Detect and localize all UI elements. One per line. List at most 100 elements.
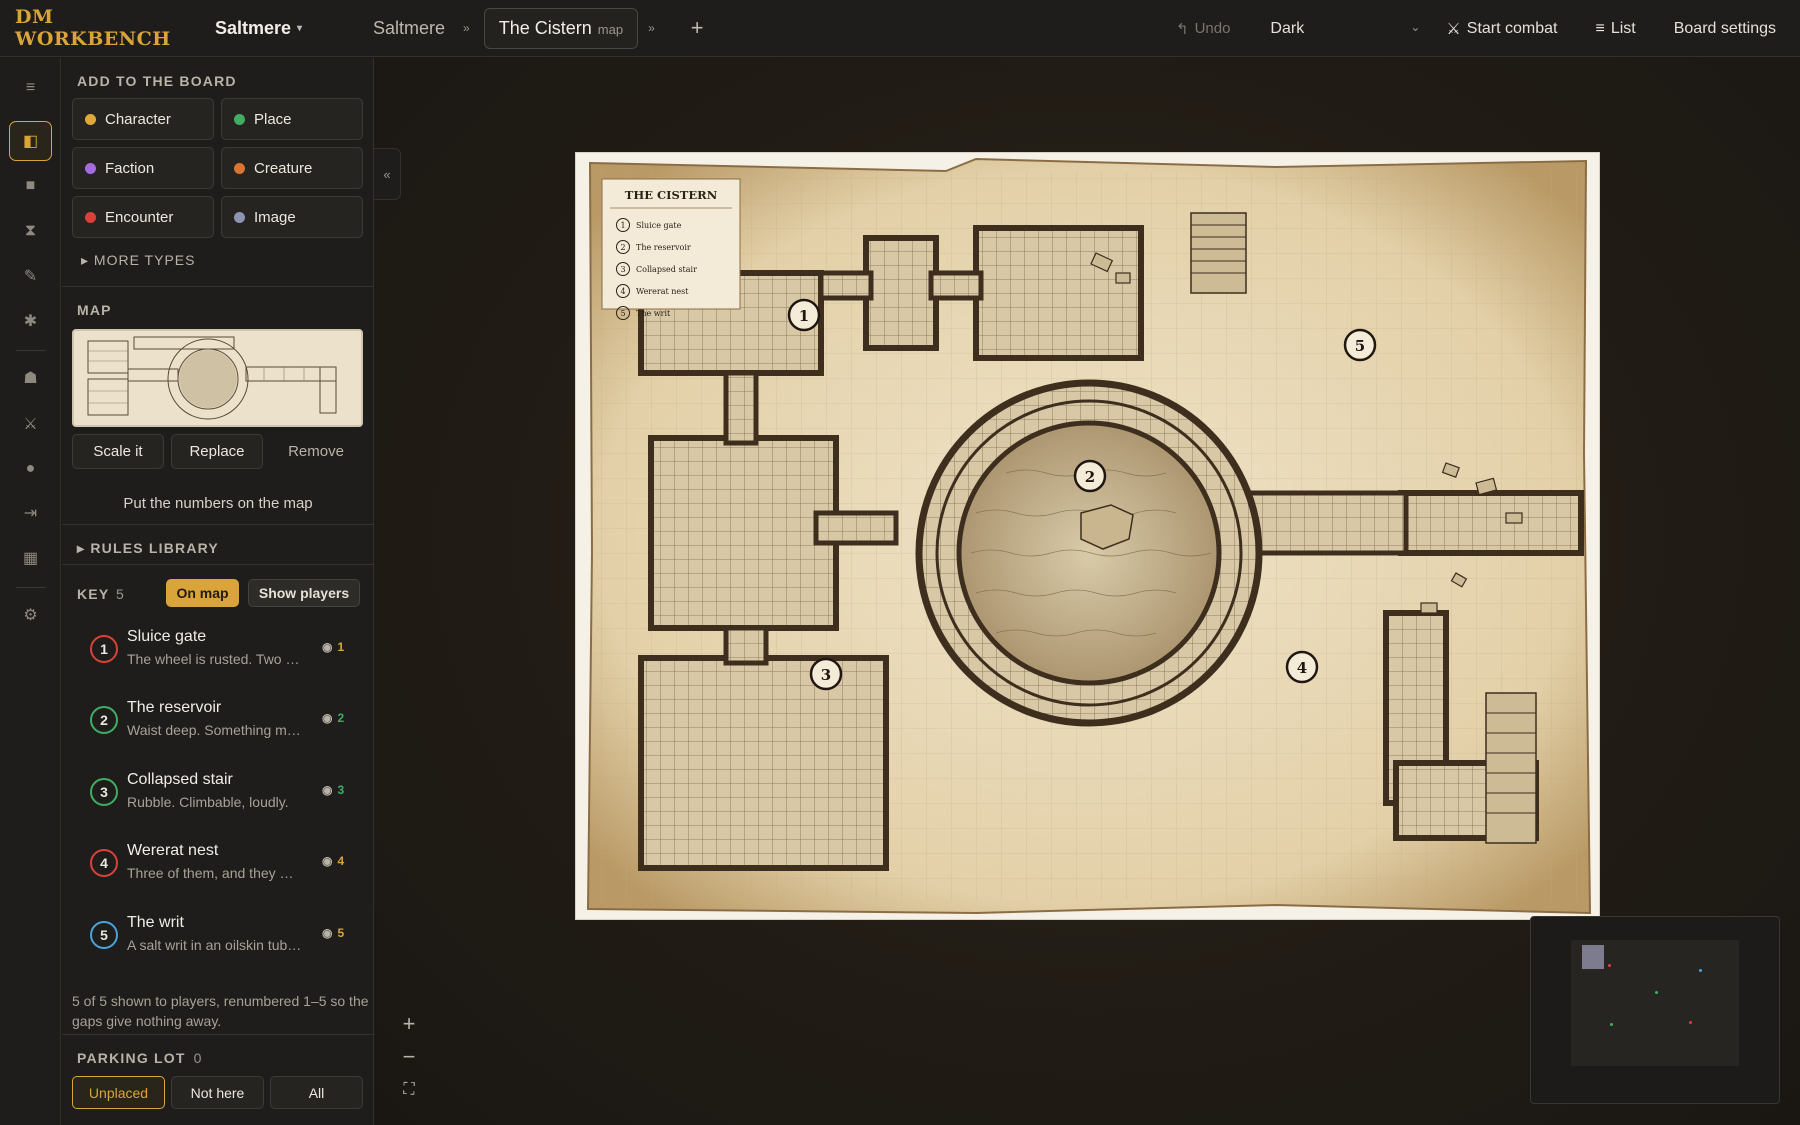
- import-icon[interactable]: ⇥: [9, 493, 52, 533]
- add-type-label: Character: [105, 110, 171, 128]
- player-visibility[interactable]: ◉ 2: [322, 711, 344, 725]
- show-players-button[interactable]: Show players: [248, 579, 360, 607]
- legend-label: Sluice gate: [636, 221, 682, 230]
- filter-unplaced[interactable]: Unplaced: [72, 1076, 165, 1109]
- add-encounter-button[interactable]: Encounter: [72, 196, 214, 238]
- caret-right-icon: ▸: [81, 252, 90, 268]
- type-color-dot: [85, 211, 96, 223]
- minimap-dot: [1608, 964, 1611, 967]
- replace-map-button[interactable]: Replace: [171, 434, 263, 469]
- chevron-down-icon: ▾: [297, 22, 303, 34]
- start-combat-button[interactable]: ⚔ Start combat: [1446, 19, 1557, 39]
- panel-icon[interactable]: ◧: [9, 121, 52, 161]
- rules-library-label: RULES LIBRARY: [90, 540, 219, 556]
- key-number-badge: 1: [90, 635, 118, 663]
- pen-icon[interactable]: ✎: [9, 256, 52, 296]
- list-icon: ≡: [1595, 19, 1605, 37]
- add-image-button[interactable]: Image: [221, 196, 363, 238]
- board-icon[interactable]: ■: [9, 166, 52, 206]
- hamburger-icon[interactable]: ≡: [9, 68, 52, 108]
- collapse-panel-button[interactable]: «: [374, 148, 401, 200]
- add-creature-button[interactable]: Creature: [221, 147, 363, 189]
- list-button[interactable]: ≡ List: [1595, 20, 1635, 38]
- key-item-name: The writ: [127, 914, 184, 931]
- parking-lot-count: 0: [193, 1050, 202, 1066]
- add-type-label: Encounter: [105, 208, 174, 226]
- more-types-toggle[interactable]: ▸ MORE TYPES: [81, 252, 195, 269]
- asterisk-icon[interactable]: ✱: [9, 301, 52, 341]
- fullscreen-icon[interactable]: ⛶: [394, 1075, 424, 1105]
- legend-number: 5: [620, 309, 625, 318]
- minimap-viewport[interactable]: [1582, 945, 1604, 969]
- minimap-dot: [1655, 991, 1658, 994]
- theme-select[interactable]: Dark ⌄: [1270, 20, 1420, 38]
- map-thumbnail[interactable]: [72, 329, 363, 427]
- image-icon[interactable]: ▦: [9, 538, 52, 578]
- add-character-button[interactable]: Character: [72, 98, 214, 140]
- type-color-dot: [85, 162, 96, 174]
- bell-icon[interactable]: ☗: [9, 358, 52, 398]
- key-item-name: The reservoir: [127, 699, 222, 716]
- put-numbers-link[interactable]: Put the numbers on the map: [62, 495, 374, 512]
- map-legend-title: THE CISTERN: [625, 188, 718, 202]
- player-visibility[interactable]: ◉ 3: [322, 783, 344, 797]
- board-settings-button[interactable]: Board settings: [1674, 20, 1776, 38]
- type-color-dot: [234, 113, 245, 125]
- key-item[interactable]: 5 The writ A salt writ in an oilskin tub…: [62, 910, 374, 972]
- rules-library-toggle[interactable]: ▸ RULES LIBRARY: [77, 540, 219, 557]
- key-item-desc: Waist deep. Something m…: [127, 722, 301, 738]
- minimap[interactable]: [1530, 916, 1780, 1104]
- minimap-dot: [1699, 969, 1702, 972]
- legend-number: 4: [620, 287, 625, 296]
- key-title: KEY: [77, 586, 110, 602]
- remove-map-button[interactable]: Remove: [270, 434, 362, 469]
- add-type-label: Creature: [254, 159, 313, 177]
- campaign-name: Saltmere: [215, 17, 292, 38]
- filter-all[interactable]: All: [270, 1076, 363, 1109]
- add-type-label: Image: [254, 208, 296, 226]
- key-item[interactable]: 2 The reservoir Waist deep. Something m……: [62, 695, 374, 757]
- player-number: 2: [337, 711, 345, 725]
- map-marker[interactable]: 5: [1343, 328, 1377, 362]
- player-visibility[interactable]: ◉ 1: [322, 640, 344, 654]
- key-item-name: Collapsed stair: [127, 771, 233, 788]
- minus-icon[interactable]: −: [394, 1042, 424, 1072]
- parking-lot-title: PARKING LOT 0: [77, 1050, 201, 1066]
- gear-icon[interactable]: ⚙: [9, 595, 52, 635]
- map-marker[interactable]: 3: [809, 657, 843, 691]
- side-panel: ADD TO THE BOARD Character Place Faction…: [62, 58, 374, 1125]
- key-item[interactable]: 1 Sluice gate The wheel is rusted. Two ……: [62, 624, 374, 686]
- player-number: 5: [337, 926, 345, 940]
- key-count: 5: [116, 586, 124, 602]
- add-place-button[interactable]: Place: [221, 98, 363, 140]
- map-marker-number: 1: [799, 307, 809, 325]
- map-marker[interactable]: 2: [1073, 459, 1107, 493]
- campaign-selector[interactable]: Saltmere ▾: [215, 18, 343, 39]
- add-faction-button[interactable]: Faction: [72, 147, 214, 189]
- map-image[interactable]: THE CISTERN 1 Sluice gate 2 The reservoi…: [575, 152, 1600, 920]
- map-section-title: MAP: [77, 302, 112, 318]
- token-icon[interactable]: ●: [9, 449, 52, 489]
- undo-button[interactable]: ↰ Undo: [1176, 20, 1230, 38]
- list-label: List: [1610, 19, 1636, 37]
- player-visibility[interactable]: ◉ 4: [322, 854, 344, 868]
- dungeon-map: THE CISTERN 1 Sluice gate 2 The reservoi…: [586, 157, 1592, 915]
- scale-map-button[interactable]: Scale it: [72, 434, 164, 469]
- hourglass-icon[interactable]: ⧗: [9, 211, 52, 251]
- map-marker[interactable]: 4: [1285, 650, 1319, 684]
- breadcrumb-campaign[interactable]: Saltmere: [373, 18, 445, 39]
- add-tab-button[interactable]: +: [691, 15, 704, 41]
- map-marker[interactable]: 1: [787, 298, 821, 332]
- legend-label: Wererat nest: [636, 287, 689, 296]
- key-item[interactable]: 4 Wererat nest Three of them, and they ……: [62, 838, 374, 900]
- parking-lot-label: PARKING LOT: [77, 1050, 186, 1066]
- key-item[interactable]: 3 Collapsed stair Rubble. Climbable, lou…: [62, 767, 374, 829]
- filter-not-here[interactable]: Not here: [171, 1076, 264, 1109]
- player-visibility[interactable]: ◉ 5: [322, 926, 344, 940]
- on-map-toggle[interactable]: On map: [166, 579, 239, 607]
- plus-icon[interactable]: +: [394, 1009, 424, 1039]
- tab-the-cistern[interactable]: The Cistern map: [483, 7, 639, 49]
- start-combat-label: Start combat: [1466, 19, 1558, 37]
- sword-icon[interactable]: ⚔: [9, 404, 52, 444]
- chevron-down-icon: ⌄: [1410, 19, 1421, 34]
